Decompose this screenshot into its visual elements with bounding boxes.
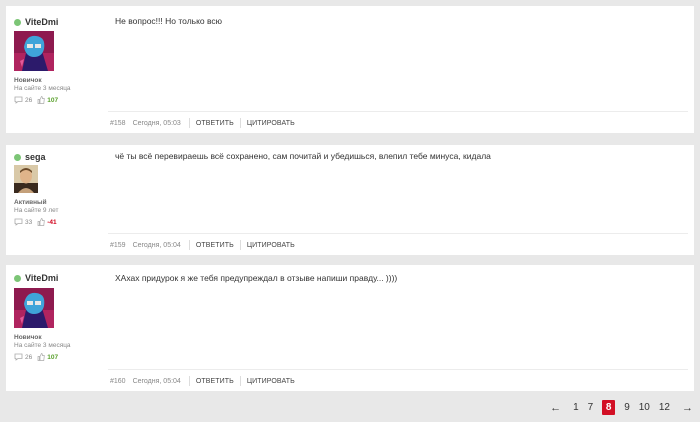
post-date: Сегодня, 05:04 <box>132 377 181 385</box>
user-since: На сайте 3 месяца <box>14 85 71 92</box>
post-message: Не вопрос!!! Но только всю <box>115 16 223 26</box>
page-link-12[interactable]: 12 <box>659 402 670 413</box>
username-row: sega <box>14 152 46 162</box>
page-link-1[interactable]: 1 <box>573 402 579 413</box>
user-stats: 33 -41 <box>14 218 57 226</box>
current-page: 8 <box>602 400 616 415</box>
avatar[interactable] <box>14 165 38 193</box>
online-status-icon <box>14 153 21 161</box>
username[interactable]: ViteDmi <box>25 17 58 27</box>
reply-button[interactable]: Ответить <box>190 378 240 385</box>
post-158: ViteDmi Новичок На сайте 3 месяца 26 107… <box>6 6 694 133</box>
message-count[interactable]: 26 <box>25 97 32 104</box>
post-footer: #158 Сегодня, 05:03 Ответить Цитировать <box>108 111 688 134</box>
user-rank: Новичок <box>14 77 42 84</box>
message-count[interactable]: 26 <box>25 354 32 361</box>
avatar[interactable] <box>14 288 54 328</box>
user-stats: 26 107 <box>14 96 58 104</box>
quote-button[interactable]: Цитировать <box>241 120 301 127</box>
username[interactable]: sega <box>25 152 46 162</box>
thumbs-up-icon <box>37 218 45 226</box>
post-159: sega Активный На сайте 9 лет 33 -41 чё т… <box>6 145 694 255</box>
reputation-count[interactable]: 107 <box>47 97 58 104</box>
reply-button[interactable]: Ответить <box>190 242 240 249</box>
user-stats: 26 107 <box>14 353 58 361</box>
pagination: ← 1 7 8 9 10 12 → <box>541 400 693 415</box>
thumbs-up-icon <box>37 96 45 104</box>
prev-page-arrow-icon[interactable]: ← <box>550 402 561 414</box>
post-date: Сегодня, 05:03 <box>132 119 181 127</box>
message-icon <box>14 353 23 361</box>
post-message: ХАхах придурок я же тебя предупреждал в … <box>115 273 398 283</box>
post-160: ViteDmi Новичок На сайте 3 месяца 26 107… <box>6 265 694 391</box>
online-status-icon <box>14 18 21 26</box>
message-icon <box>14 96 23 104</box>
post-number[interactable]: #158 <box>110 120 126 127</box>
reputation-count[interactable]: 107 <box>47 354 58 361</box>
username[interactable]: ViteDmi <box>25 273 58 283</box>
username-row: ViteDmi <box>14 17 58 27</box>
user-rank: Новичок <box>14 334 42 341</box>
avatar[interactable] <box>14 31 54 71</box>
online-status-icon <box>14 274 21 282</box>
post-footer: #160 Сегодня, 05:04 Ответить Цитировать <box>108 369 688 392</box>
reply-button[interactable]: Ответить <box>190 120 240 127</box>
page-link-7[interactable]: 7 <box>588 402 594 413</box>
reputation-count[interactable]: -41 <box>47 219 56 226</box>
page-link-9[interactable]: 9 <box>624 402 630 413</box>
post-message: чё ты всё перевираешь всё сохранено, сам… <box>115 151 491 161</box>
post-number[interactable]: #160 <box>110 378 126 385</box>
quote-button[interactable]: Цитировать <box>241 242 301 249</box>
post-number[interactable]: #159 <box>110 242 126 249</box>
username-row: ViteDmi <box>14 273 58 283</box>
post-date: Сегодня, 05:04 <box>132 241 181 249</box>
message-count[interactable]: 33 <box>25 219 32 226</box>
quote-button[interactable]: Цитировать <box>241 378 301 385</box>
next-page-arrow-icon[interactable]: → <box>682 402 693 414</box>
user-since: На сайте 3 месяца <box>14 342 71 349</box>
message-icon <box>14 218 23 226</box>
user-since: На сайте 9 лет <box>14 207 59 214</box>
user-rank: Активный <box>14 199 47 206</box>
page-link-10[interactable]: 10 <box>639 402 650 413</box>
post-footer: #159 Сегодня, 05:04 Ответить Цитировать <box>108 233 688 256</box>
thumbs-up-icon <box>37 353 45 361</box>
